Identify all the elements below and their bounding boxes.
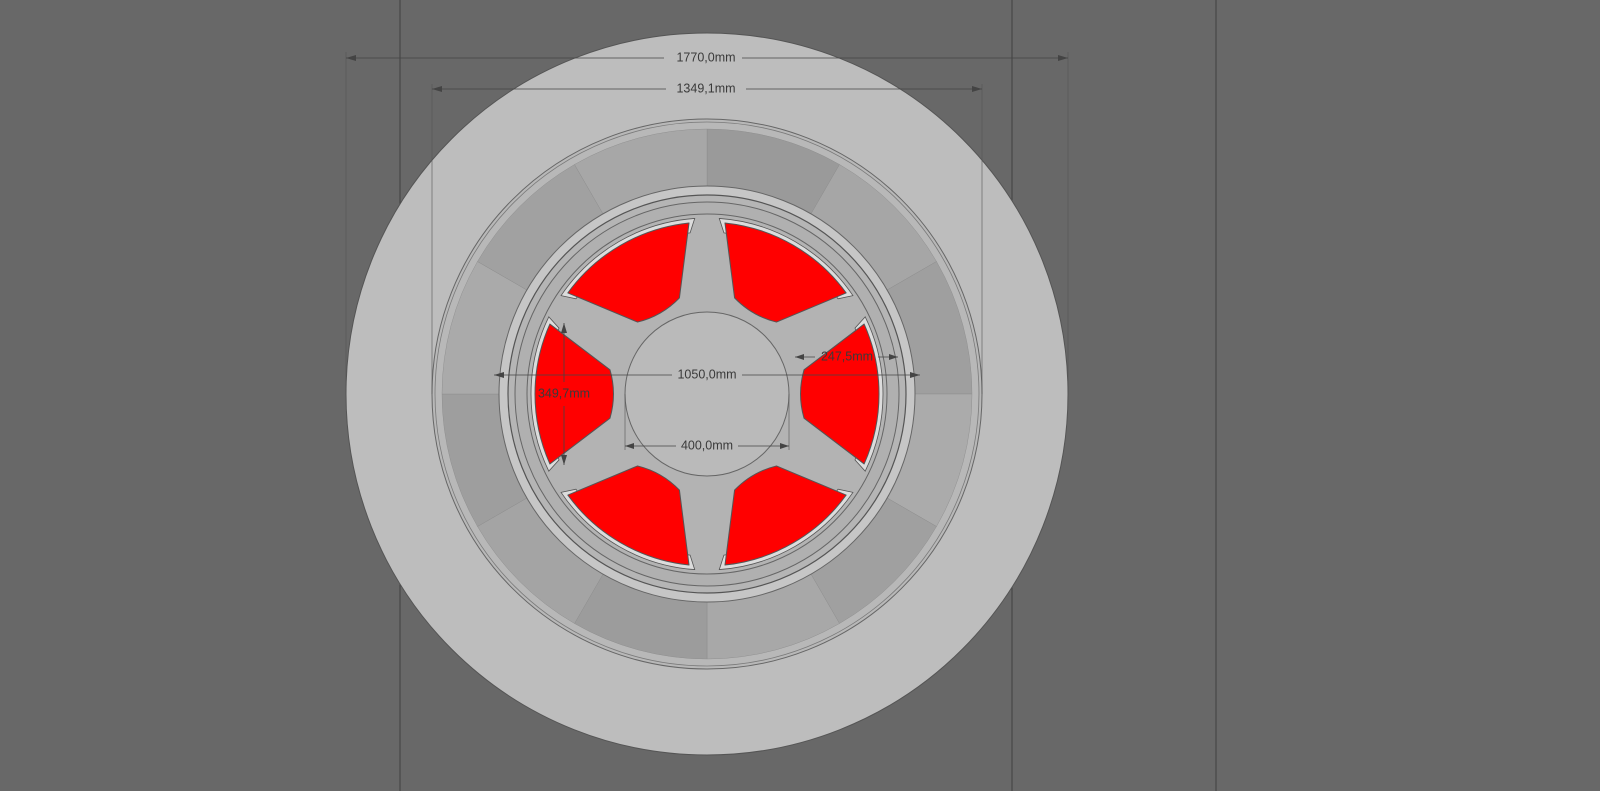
dimension-label: 1770,0mm <box>676 50 735 64</box>
dimension-label: 1349,1mm <box>676 81 735 95</box>
dimension-label: 349,7mm <box>538 386 590 400</box>
dimension-label: 400,0mm <box>681 438 733 452</box>
dimension-label: 1050,0mm <box>677 367 736 381</box>
drawing-viewport[interactable]: 1770,0mm 1349,1mm 1050,0mm 400,0mm 349,7… <box>0 0 1600 791</box>
dimension-label: 247,5mm <box>821 349 873 363</box>
